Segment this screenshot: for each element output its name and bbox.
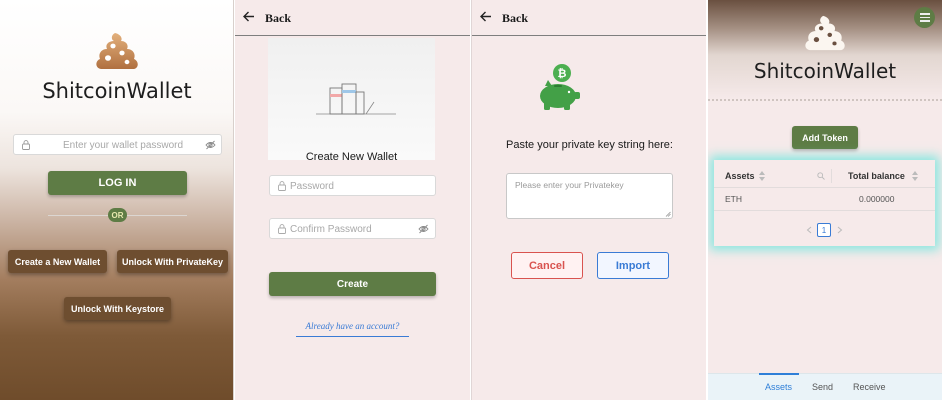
import-button[interactable]: Import (597, 252, 669, 279)
illustration-card: Create New Wallet (268, 38, 435, 163)
confirm-placeholder: Confirm Password (290, 224, 372, 235)
divider-right (127, 215, 187, 216)
assets-header: Assets (725, 171, 755, 181)
menu-button[interactable] (914, 7, 935, 28)
create-button[interactable]: Create (269, 272, 436, 296)
back-header: Back (472, 0, 706, 36)
piggy-bank-bitcoin-icon: ₿ (540, 64, 580, 110)
hamburger-icon (919, 13, 930, 15)
import-privatekey-screen: Back ₿ Paste your private key string her… (471, 0, 706, 400)
login-button[interactable]: LOG IN (48, 171, 187, 195)
wallet-dashboard-screen: ShitcoinWallet Add Token Assets Total ba… (708, 0, 942, 400)
eye-slash-icon[interactable] (418, 224, 429, 234)
bottom-tab-bar: Assets Send Receive (708, 373, 942, 400)
poop-logo-icon (96, 33, 138, 69)
cancel-button[interactable]: Cancel (511, 252, 583, 279)
create-wallet-screen: Back ⋮ Create New Wallet Password (235, 0, 470, 400)
login-screen: ShitcoinWallet Enter your wallet passwor… (0, 0, 234, 400)
asset-cell: ETH (725, 194, 742, 204)
active-tab-indicator (759, 373, 799, 375)
add-token-button[interactable]: Add Token (792, 126, 858, 149)
create-title: Create New Wallet (305, 151, 398, 163)
sort-icon[interactable] (759, 171, 765, 181)
password-placeholder: Password (290, 181, 334, 192)
password-input[interactable]: Password (269, 175, 436, 196)
back-link[interactable]: Back (502, 11, 528, 26)
back-header: Back (235, 0, 470, 36)
tab-receive[interactable]: Receive (853, 382, 886, 392)
chevron-left-icon[interactable] (806, 226, 812, 234)
tab-assets[interactable]: Assets (765, 382, 792, 392)
or-badge: OR (108, 208, 127, 222)
lock-icon (22, 140, 30, 150)
eye-slash-icon[interactable] (205, 140, 216, 150)
header-dotted-border (708, 99, 942, 101)
column-divider (831, 169, 832, 183)
scroll-dots: ⋮ (468, 42, 470, 52)
create-wallet-button[interactable]: Create a New Wallet (8, 250, 107, 273)
poop-logo-icon (805, 15, 845, 51)
app-name: ShitcoinWallet (42, 79, 192, 103)
svg-text:₿: ₿ (558, 67, 567, 80)
password-placeholder: Enter your wallet password (63, 140, 184, 151)
arrow-left-icon[interactable] (480, 11, 492, 22)
chevron-right-icon[interactable] (837, 226, 843, 234)
books-illustration-icon (316, 83, 396, 115)
confirm-password-input[interactable]: Confirm Password (269, 218, 436, 239)
divider-left (48, 215, 108, 216)
unlock-privatekey-button[interactable]: Unlock With PrivateKey (117, 250, 228, 273)
arrow-left-icon[interactable] (243, 11, 255, 22)
app-name: ShitcoinWallet (753, 59, 897, 83)
table-header-row: Assets Total balance (714, 164, 935, 188)
already-have-account-link[interactable]: Already have an account? (296, 321, 409, 331)
resize-handle-icon[interactable] (665, 211, 671, 217)
unlock-keystore-button[interactable]: Unlock With Keystore (64, 297, 171, 320)
balance-cell: 0.000000 (859, 194, 895, 204)
table-row[interactable]: ETH 0.000000 (714, 189, 935, 211)
sort-icon[interactable] (912, 171, 918, 181)
wallet-password-input[interactable]: Enter your wallet password (13, 134, 222, 155)
page-number-button[interactable]: 1 (817, 223, 831, 237)
back-link[interactable]: Back (265, 11, 291, 26)
total-balance-header: Total balance (848, 171, 905, 181)
lock-icon (278, 181, 286, 191)
privatekey-placeholder: Please enter your Privatekey (515, 180, 624, 190)
screens: ShitcoinWallet Enter your wallet passwor… (0, 0, 942, 400)
link-underline (296, 336, 409, 337)
privatekey-prompt: Paste your private key string here: (506, 139, 673, 151)
tab-send[interactable]: Send (812, 382, 833, 392)
privatekey-textarea[interactable]: Please enter your Privatekey (506, 173, 673, 219)
lock-icon (278, 224, 286, 234)
search-icon[interactable] (817, 172, 825, 180)
assets-table-card: Assets Total balance ETH 0.000000 1 (714, 160, 935, 246)
